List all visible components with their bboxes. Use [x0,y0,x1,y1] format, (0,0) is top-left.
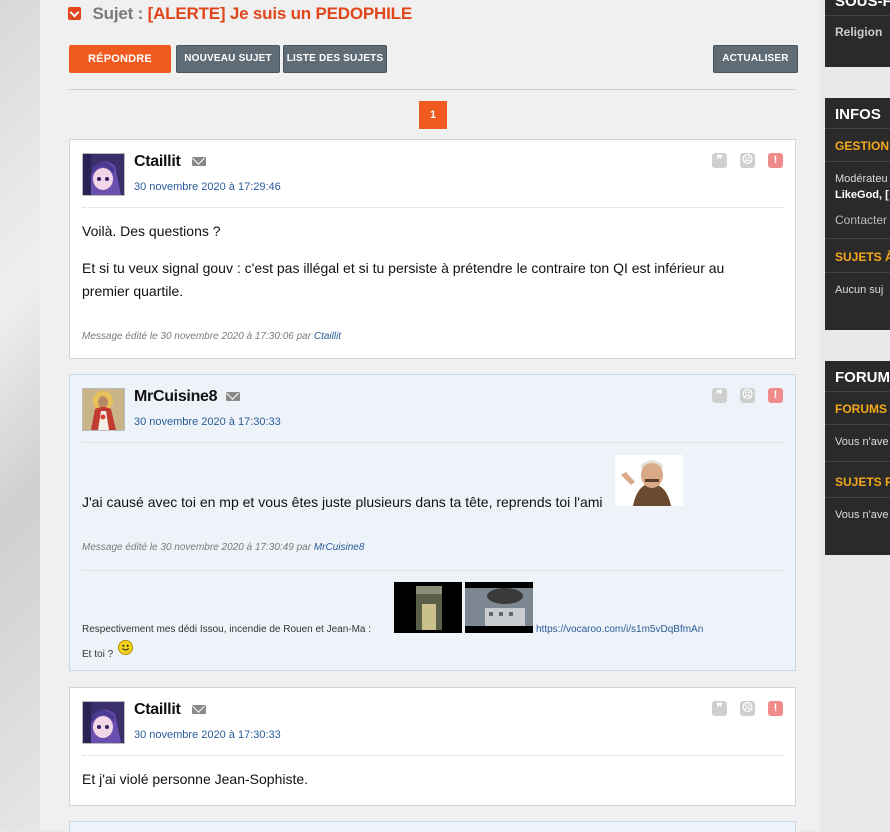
sidebar-divider [825,461,890,462]
mail-icon[interactable] [226,392,240,401]
page-number-current[interactable]: 1 [419,101,447,129]
sidebar-subheading: SUJETS À [835,250,890,264]
sad-face-icon[interactable]: ☹ [740,701,755,716]
sidebar-divider [825,391,890,392]
next-post-edge [69,821,796,832]
signature-separator [82,570,783,572]
mail-icon[interactable] [192,705,206,714]
sidebar-text: Vous n'ave [835,436,889,448]
quote-icon[interactable]: ❞ [712,153,727,168]
sidebar-subheading: SUJETS FA [835,475,890,489]
post-paragraph: Et si tu veux signal gouv : c'est pas il… [82,260,725,299]
sad-face-icon[interactable]: ☹ [740,153,755,168]
smiley-icon [117,640,133,655]
post-paragraph: Et j'ai violé personne Jean-Sophiste. [82,771,309,787]
avatar[interactable] [82,388,125,431]
quote-icon[interactable]: ❞ [712,388,727,403]
topic-name: [ALERTE] Je suis un PEDOPHILE [147,4,413,23]
post-separator [82,442,783,444]
post: MrCuisine8 30 novembre 2020 à 17:30:33 ❞… [69,374,796,671]
sidebar-subheading: GESTION D [835,139,890,153]
alert-icon[interactable]: ! [768,153,783,168]
edited-by-link[interactable]: MrCuisine8 [314,542,365,553]
sidebar-heading: INFOS [835,106,881,123]
sidebar-forums: FORUMS FORUMS F Vous n'ave SUJETS FA Vou… [825,361,890,555]
alert-icon[interactable]: ! [768,701,783,716]
edited-text: Message édité le 30 novembre 2020 à 17:3… [82,542,312,553]
post-paragraph: Voilà. Des questions ? [82,223,221,239]
author-name[interactable]: MrCuisine8 [134,388,218,406]
mail-icon[interactable] [192,157,206,166]
topic-label: Sujet : [92,4,144,23]
refresh-button[interactable]: Actualiser [713,45,798,73]
chevron-down-icon[interactable] [68,7,81,20]
sidebar-divider [825,15,890,16]
post-body: Voilà. Des questions ? Et si tu veux sig… [82,220,755,303]
signature-line2: Et toi ? [82,640,133,660]
post-date[interactable]: 30 novembre 2020 à 17:30:33 [134,416,281,428]
sidebar-text: Aucun suj [835,284,884,296]
sidebar-divider [825,128,890,129]
signature: Respectivement mes dédi Issou, incendie … [82,624,402,635]
signature-question: Et toi ? [82,649,114,660]
sidebar-divider [825,238,890,239]
sidebar-contact-link[interactable]: Contacter [835,213,887,227]
signature-text: Respectivement mes dédi Issou, incendie … [82,624,372,635]
signature-thumbnail-rouen[interactable] [465,582,533,633]
sidebar-subheading: FORUMS F [835,402,890,416]
sidebar-heading: FORUMS [835,369,890,386]
main-content: Sujet : [ALERTE] Je suis un PEDOPHILE Ré… [40,0,820,832]
sidebar-divider [825,161,890,162]
post-paragraph: J'ai causé avec toi en mp et vous êtes j… [82,494,603,510]
post-date[interactable]: 30 novembre 2020 à 17:30:33 [134,729,281,741]
reply-button[interactable]: Répondre [69,45,171,73]
edited-text: Message édité le 30 novembre 2020 à 17:3… [82,331,312,342]
sidebar-moderators[interactable]: LikeGod, [ [835,189,889,201]
post-date[interactable]: 30 novembre 2020 à 17:29:46 [134,181,281,193]
sad-face-icon[interactable]: ☹ [740,388,755,403]
post: Ctaillit 30 novembre 2020 à 17:29:46 ❞ ☹… [69,139,796,359]
sidebar-text: Vous n'ave [835,509,889,521]
post-body: J'ai causé avec toi en mp et vous êtes j… [82,491,605,514]
sidebar-divider [825,272,890,273]
sidebar-infos: INFOS GESTION D Modérateu LikeGod, [ Con… [825,98,890,330]
author-name[interactable]: Ctaillit [134,701,181,719]
topic-title: Sujet : [ALERTE] Je suis un PEDOPHILE [68,4,412,24]
sticker-image[interactable] [615,455,683,506]
edited-note: Message édité le 30 novembre 2020 à 17:3… [82,542,364,553]
sidebar-text: Modérateu [835,173,888,185]
background-strip [0,0,40,831]
sidebar-heading: SOUS-FO [835,0,890,10]
new-topic-button[interactable]: Nouveau sujet [176,45,280,73]
post-separator [82,755,783,757]
post-body: Et j'ai violé personne Jean-Sophiste. [82,768,755,791]
post: Ctaillit 30 novembre 2020 à 17:30:33 ❞ ☹… [69,687,796,806]
signature-thumbnail-issou[interactable] [394,582,462,633]
topic-list-button[interactable]: Liste des sujets [283,45,387,73]
avatar[interactable] [82,701,125,744]
toolbar-divider [69,89,796,90]
quote-icon[interactable]: ❞ [712,701,727,716]
post-separator [82,207,783,209]
author-name[interactable]: Ctaillit [134,153,181,171]
sidebar-divider [825,497,890,498]
vocaroo-link[interactable]: https://vocaroo.com/i/s1m5vDqBfmAn [536,624,703,635]
sidebar-subforums: SOUS-FO Religion [825,0,890,67]
sidebar-item-religion[interactable]: Religion [835,25,882,39]
avatar[interactable] [82,153,125,196]
edited-note: Message édité le 30 novembre 2020 à 17:3… [82,331,341,342]
sidebar-divider [825,424,890,425]
edited-by-link[interactable]: Ctaillit [314,331,341,342]
alert-icon[interactable]: ! [768,388,783,403]
